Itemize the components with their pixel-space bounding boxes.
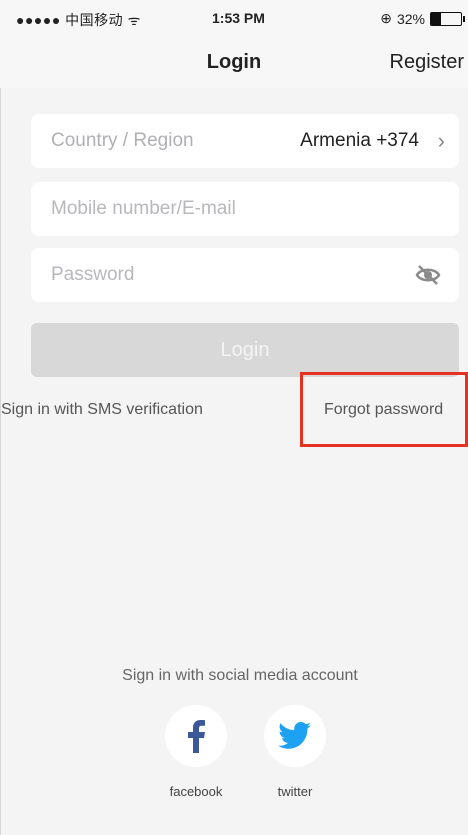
login-button-label: Login bbox=[220, 339, 270, 361]
battery-icon bbox=[430, 11, 465, 26]
eye-off-icon[interactable] bbox=[415, 262, 441, 288]
country-region-label: Country / Region bbox=[51, 130, 194, 151]
facebook-button[interactable] bbox=[165, 705, 227, 767]
social-login-title: Sign in with social media account bbox=[122, 667, 358, 684]
carrier-text: ●●●●● 中国移动 bbox=[16, 12, 124, 28]
country-region-selector[interactable]: Country / Region Armenia +374 › bbox=[31, 114, 459, 168]
facebook-icon bbox=[188, 720, 205, 753]
carrier-label: ●●●●● 中国移动 ᯤ bbox=[16, 10, 141, 30]
twitter-button[interactable] bbox=[264, 705, 326, 767]
battery-percent: 32% bbox=[396, 10, 425, 27]
password-placeholder: Password bbox=[51, 264, 135, 285]
country-region-value: Armenia +374 bbox=[300, 130, 419, 151]
chevron-right-icon: › bbox=[437, 128, 445, 153]
facebook-label: facebook bbox=[169, 784, 223, 799]
nav-bar: Login Register bbox=[0, 38, 468, 88]
wifi-icon: ᯤ bbox=[127, 12, 141, 28]
twitter-label: twitter bbox=[277, 784, 313, 799]
status-time: 1:53 PM bbox=[212, 10, 265, 26]
mobile-email-field[interactable]: Mobile number/E-mail bbox=[31, 182, 459, 236]
left-edge-divider bbox=[0, 88, 9, 835]
highlight-box bbox=[300, 372, 468, 447]
lock-rotation-icon: ⊕ bbox=[380, 10, 392, 26]
sms-signin-link[interactable]: Sign in with SMS verification bbox=[1, 401, 203, 419]
status-bar: ●●●●● 中国移动 ᯤ 1:53 PM ⊕ 32% bbox=[0, 0, 468, 38]
mobile-email-placeholder: Mobile number/E-mail bbox=[51, 198, 236, 219]
register-button[interactable]: Register bbox=[390, 51, 464, 74]
status-right: ⊕ 32% bbox=[380, 10, 465, 27]
login-button[interactable]: Login bbox=[31, 323, 459, 377]
password-field[interactable]: Password bbox=[31, 248, 459, 302]
twitter-icon bbox=[278, 722, 311, 749]
